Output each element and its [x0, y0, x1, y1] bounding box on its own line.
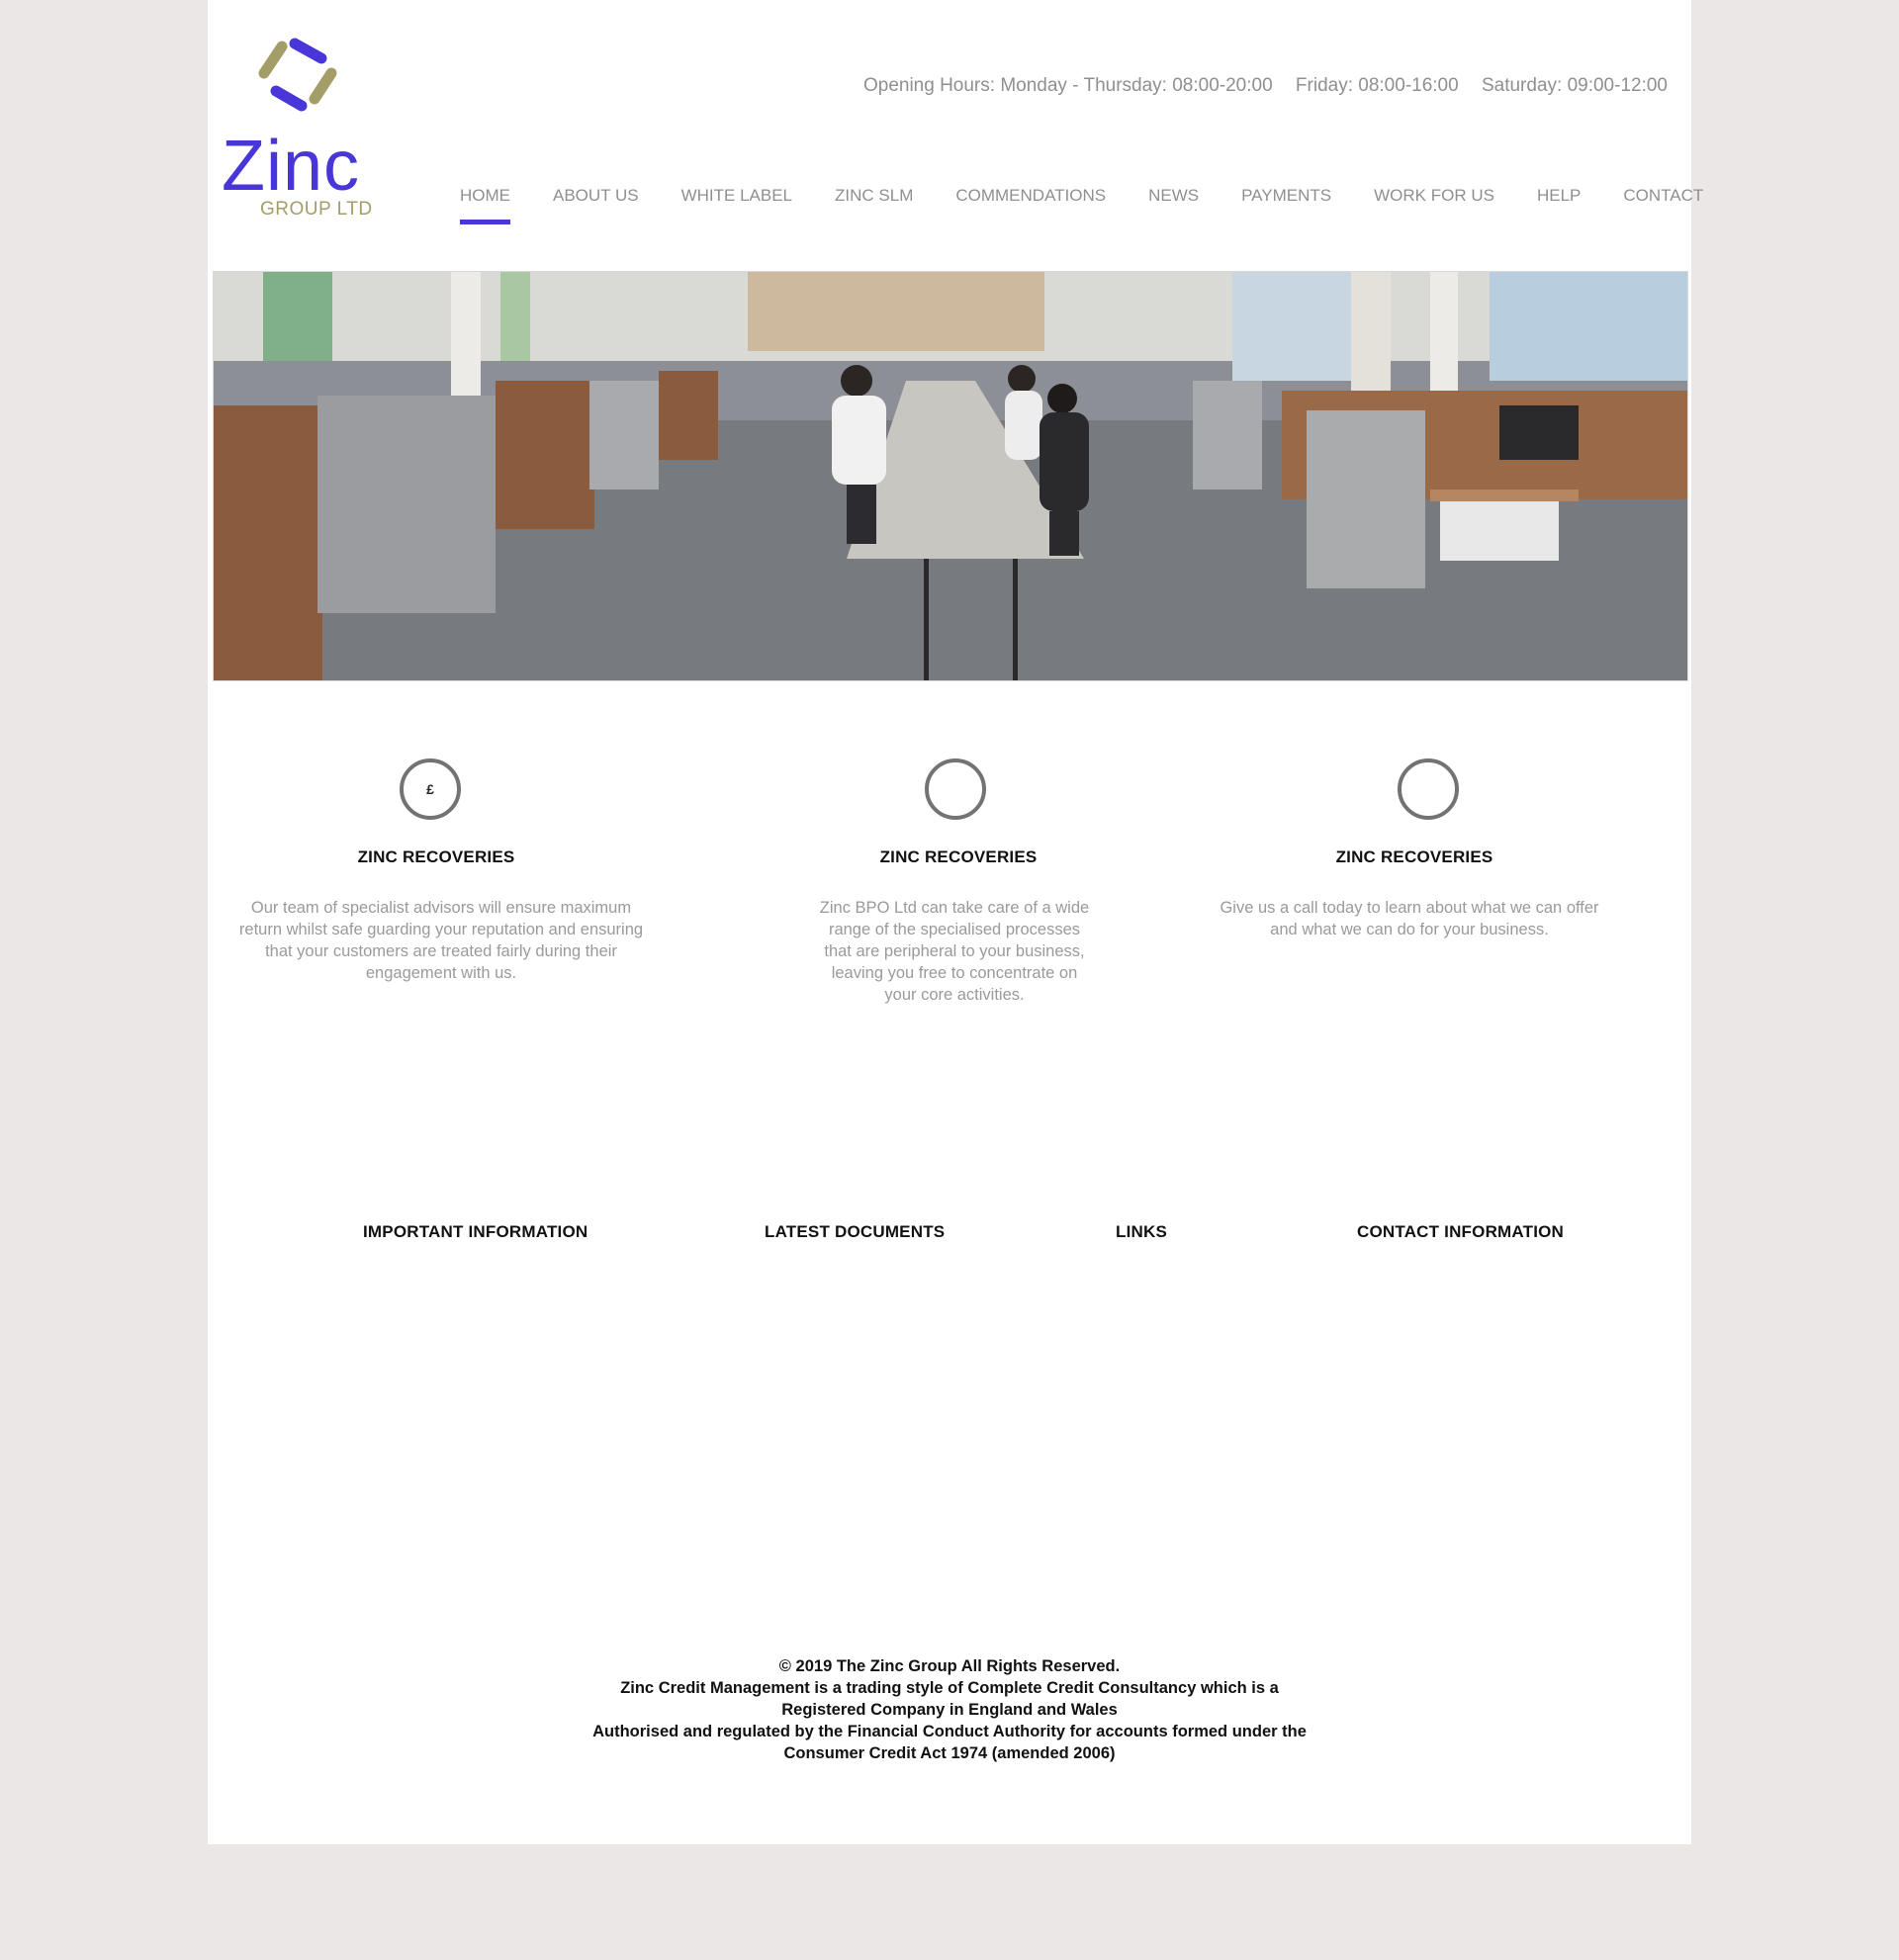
- feature-title: ZINC RECOVERIES: [1335, 847, 1493, 866]
- main-nav: HOME ABOUT US WHITE LABEL ZINC SLM COMME…: [460, 184, 1746, 227]
- feature-title: ZINC RECOVERIES: [879, 847, 1038, 866]
- hours-saturday: Saturday: 09:00-12:00: [1481, 75, 1668, 96]
- nav-payments[interactable]: PAYMENTS: [1241, 184, 1331, 227]
- feature-text: Our team of specialist advisors will ens…: [238, 899, 644, 982]
- trading-style-line: Zinc Credit Management is a trading styl…: [620, 1679, 1279, 1697]
- page-container: Zinc GROUP LTD Opening Hours: Monday - T…: [208, 0, 1703, 1844]
- registered-company-line: Registered Company in England and Wales: [781, 1701, 1118, 1719]
- nav-work-for-us[interactable]: WORK FOR US: [1374, 184, 1494, 227]
- footer-heading-links: LINKS: [1116, 1222, 1167, 1241]
- feature-title: ZINC RECOVERIES: [357, 847, 515, 866]
- hours-weekdays: Opening Hours: Monday - Thursday: 08:00-…: [862, 75, 1273, 96]
- office-photo-illustration: [214, 272, 1687, 680]
- hours-friday: Friday: 08:00-16:00: [1295, 75, 1459, 96]
- nav-white-label[interactable]: WHITE LABEL: [681, 184, 792, 227]
- feature-text: Give us a call today to learn about what…: [1220, 899, 1599, 938]
- logo-wordmark: Zinc: [222, 127, 361, 206]
- feature-card-2: ZINC RECOVERIES Zinc BPO Ltd can take ca…: [806, 758, 1103, 1006]
- feature-card-3: ZINC RECOVERIES Give us a call today to …: [1207, 758, 1612, 940]
- copyright-notice: © 2019 The Zinc Group All Rights Reserve…: [208, 1655, 1691, 1764]
- zinc-logo[interactable]: Zinc GROUP LTD: [222, 36, 373, 223]
- nav-home[interactable]: HOME: [460, 184, 510, 227]
- footer-heading-important-information: IMPORTANT INFORMATION: [363, 1222, 588, 1241]
- hero-office-image: [213, 271, 1688, 681]
- nav-contact[interactable]: CONTACT: [1623, 184, 1703, 227]
- fca-line: Authorised and regulated by the Financia…: [592, 1723, 1307, 1740]
- feature-text: Zinc BPO Ltd can take care of a wide ran…: [819, 899, 1090, 1004]
- nav-commendations[interactable]: COMMENDATIONS: [955, 184, 1106, 227]
- nav-about-us[interactable]: ABOUT US: [553, 184, 639, 227]
- feature-card-1: £ ZINC RECOVERIES Our team of specialist…: [229, 758, 653, 984]
- nav-zinc-slm[interactable]: ZINC SLM: [835, 184, 913, 227]
- footer-heading-contact-information: CONTACT INFORMATION: [1357, 1222, 1565, 1241]
- nav-help[interactable]: HELP: [1537, 184, 1581, 227]
- copyright-line: © 2019 The Zinc Group All Rights Reserve…: [778, 1657, 1121, 1675]
- pound-icon: £: [400, 758, 461, 820]
- circle-icon: [1398, 758, 1459, 820]
- footer-heading-latest-documents: LATEST DOCUMENTS: [765, 1222, 946, 1241]
- logo-subtitle: GROUP LTD: [260, 199, 373, 220]
- circle-icon: [925, 758, 986, 820]
- logo-mark-icon: [258, 38, 337, 112]
- consumer-credit-act-line: Consumer Credit Act 1974 (amended 2006): [783, 1744, 1116, 1762]
- opening-hours: Opening Hours: Monday - Thursday: 08:00-…: [863, 75, 1668, 97]
- nav-news[interactable]: NEWS: [1148, 184, 1199, 227]
